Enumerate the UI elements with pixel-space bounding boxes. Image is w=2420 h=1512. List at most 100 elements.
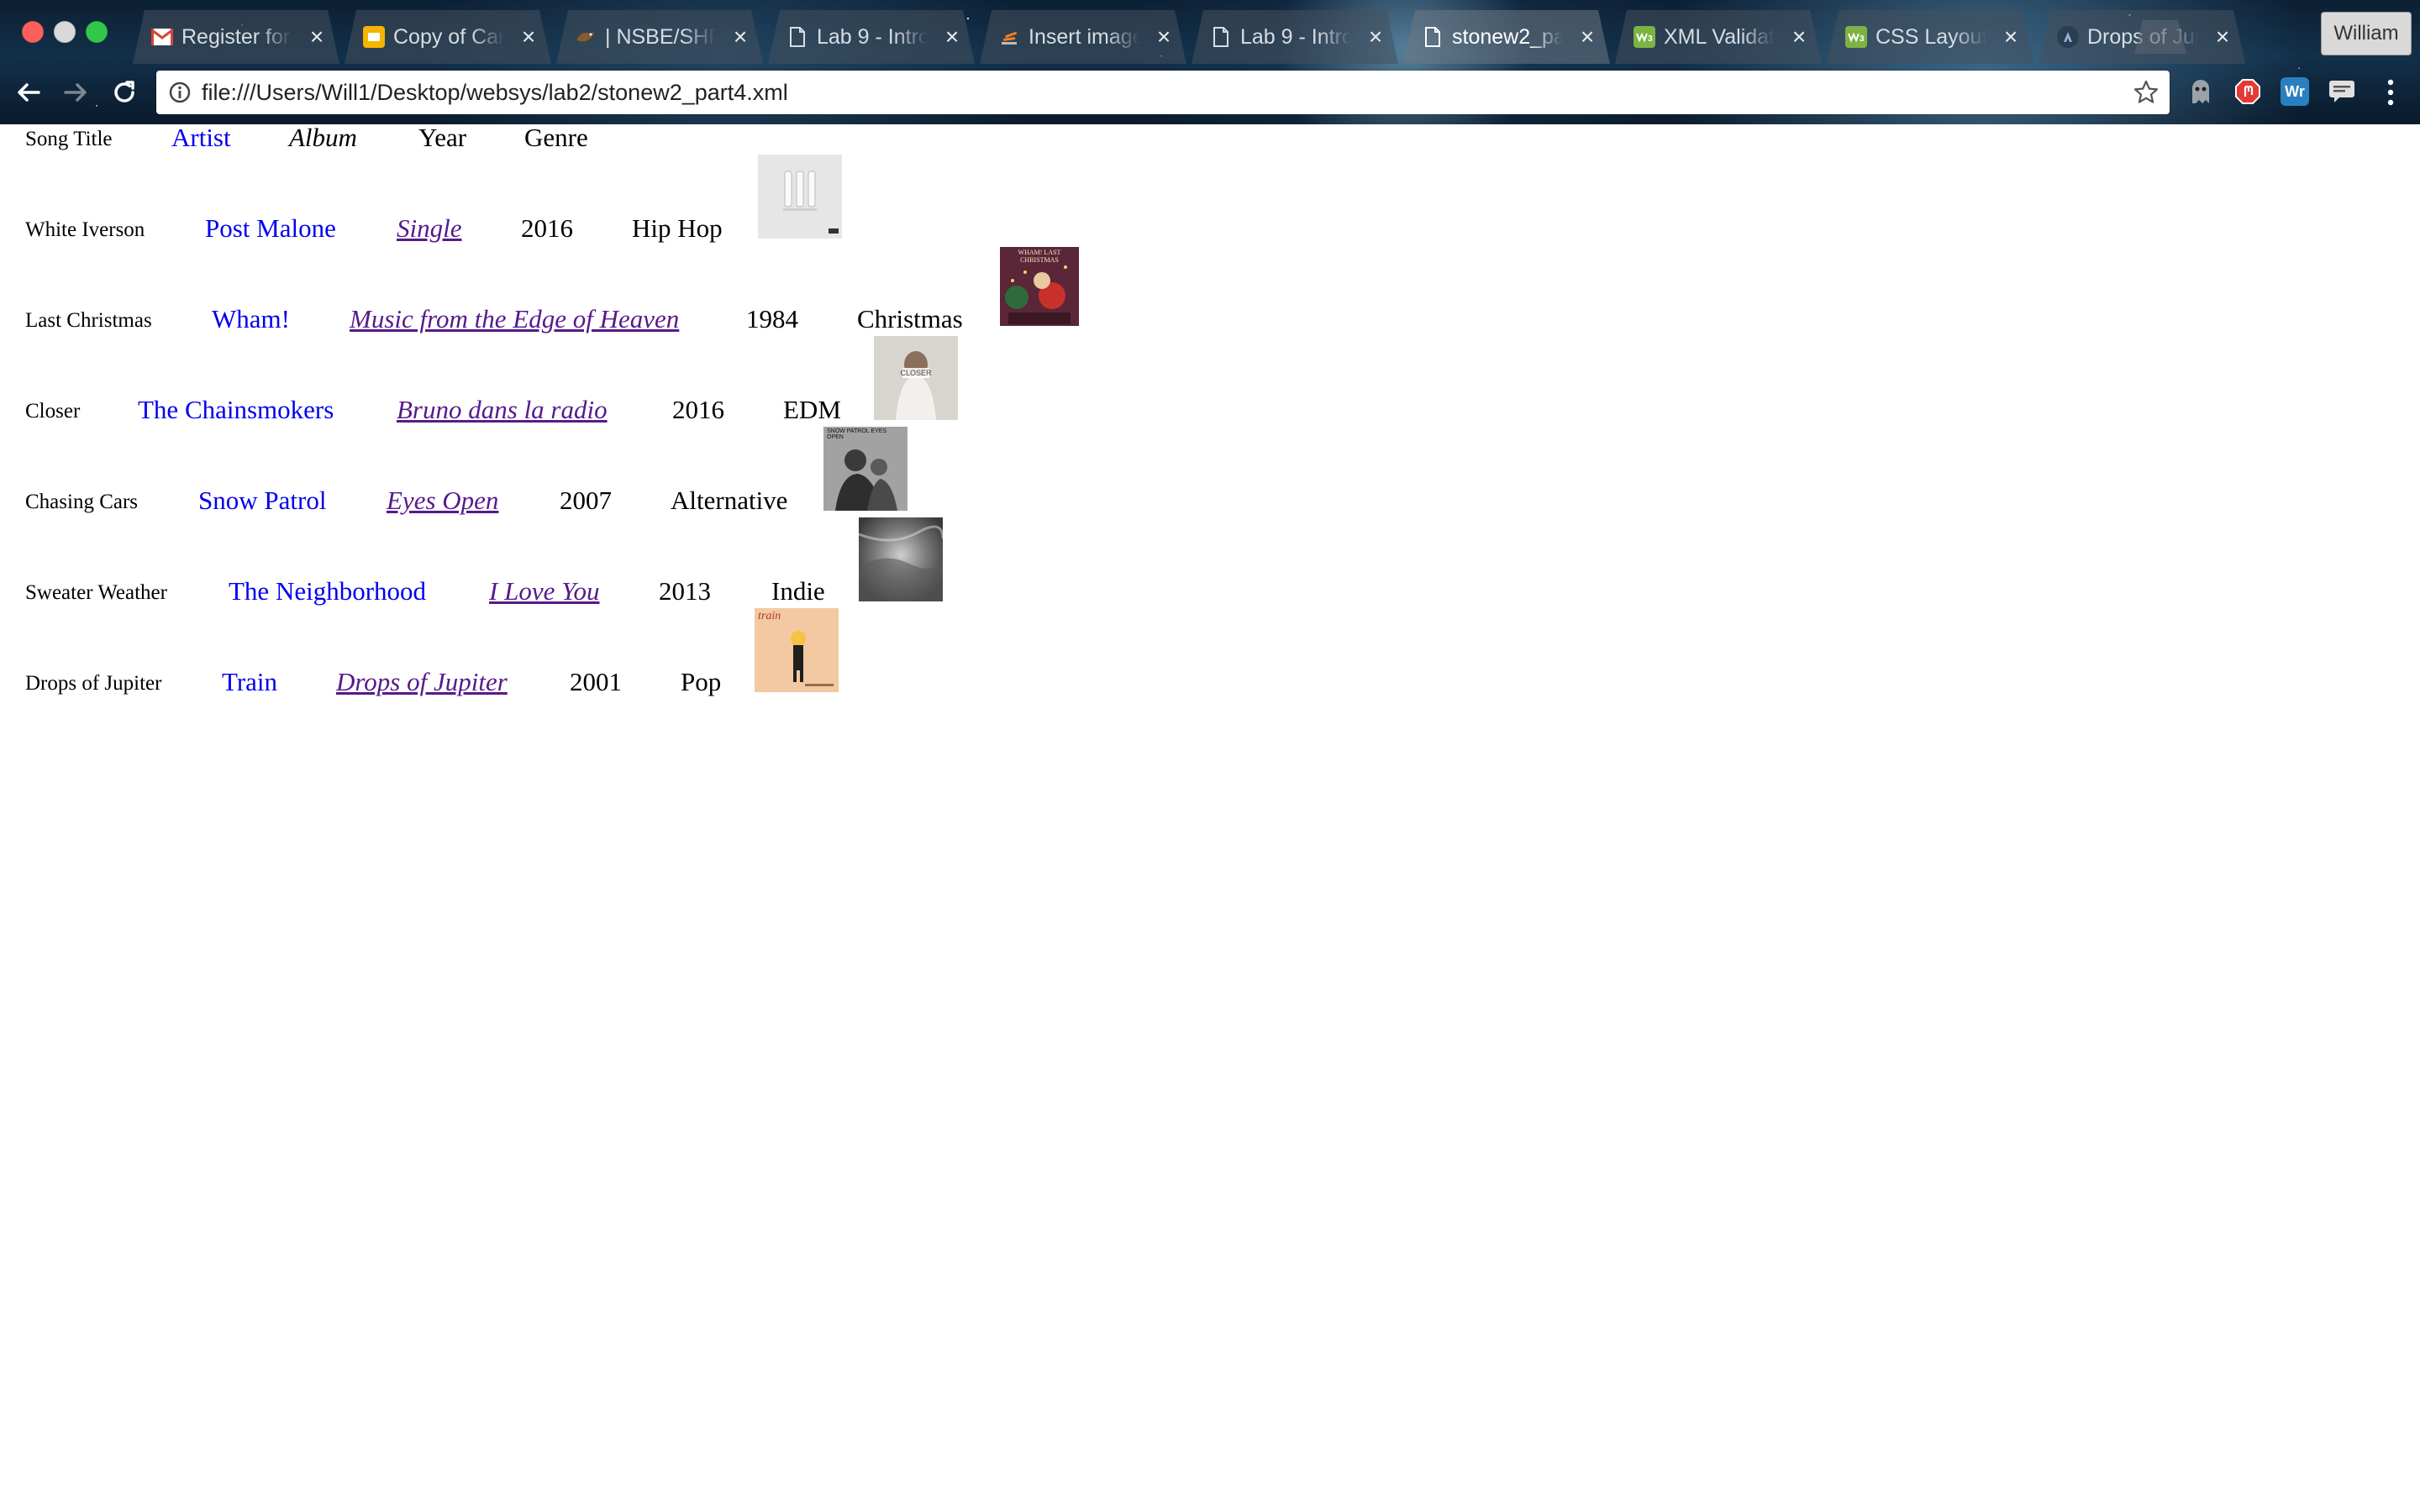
tab-title: | NSBE/SHPE	[605, 25, 716, 49]
extension-adblock-icon[interactable]	[2233, 77, 2262, 106]
tab-insert-image[interactable]: Insert image ×	[980, 10, 1186, 64]
album-cover-drops-of-jupiter: train	[755, 608, 839, 692]
svg-text:3: 3	[1860, 34, 1865, 43]
artist-link[interactable]: The Neighborhood	[229, 576, 426, 606]
year: 1984	[746, 304, 798, 333]
year: 2016	[521, 213, 573, 243]
album-cover-last-christmas: WHAM! LAST CHRISTMAS	[1000, 247, 1084, 331]
song-title: White Iverson	[25, 218, 145, 241]
header-genre: Genre	[524, 123, 588, 152]
extension-ghost-icon[interactable]	[2186, 77, 2215, 106]
reload-button[interactable]	[106, 74, 143, 111]
tab-close-icon[interactable]: ×	[1786, 23, 1812, 51]
tab-lab9-b[interactable]: Lab 9 - Intro ×	[1192, 10, 1398, 64]
album-link[interactable]: Bruno dans la radio	[397, 395, 608, 425]
url-text[interactable]: file:///Users/Will1/Desktop/websys/lab2/…	[202, 79, 788, 106]
tab-close-icon[interactable]: ×	[1363, 23, 1388, 51]
tab-title: Insert image	[1028, 25, 1139, 49]
genre: Pop	[681, 667, 722, 696]
album-link[interactable]: Music from the Edge of Heaven	[350, 304, 679, 334]
tab-close-icon[interactable]: ×	[516, 23, 541, 51]
genre: Indie	[771, 576, 825, 606]
header-album: Album	[289, 123, 357, 152]
tab-title: CSS Layout	[1876, 25, 1986, 49]
xml-page-content: Song Title Artist Album Year Genre White…	[0, 123, 2420, 1512]
genre: EDM	[783, 395, 841, 424]
album-link[interactable]: Eyes Open	[387, 486, 498, 516]
svg-text:3: 3	[1648, 34, 1653, 43]
year: 2013	[659, 576, 711, 606]
album-cover-chasing-cars: SNOW PATROL EYES OPEN	[823, 427, 908, 511]
genre: Hip Hop	[632, 213, 723, 243]
song-title: Drops of Jupiter	[25, 672, 162, 695]
profile-button[interactable]: William	[2321, 12, 2412, 55]
album-cover-white-iverson	[758, 155, 842, 239]
w3c-icon: 3	[1634, 26, 1655, 48]
artist-link[interactable]: The Chainsmokers	[138, 395, 334, 425]
tab-close-icon[interactable]: ×	[2210, 23, 2235, 51]
genre: Alternative	[671, 486, 788, 515]
reload-icon	[114, 81, 134, 102]
album-link[interactable]: Single	[397, 213, 462, 244]
window-maximize-button[interactable]	[86, 21, 108, 43]
menu-kebab-icon[interactable]	[2380, 77, 2402, 108]
stack-icon	[998, 26, 1020, 48]
tab-title: Lab 9 - Intro	[817, 25, 928, 49]
genius-icon	[2057, 26, 2079, 48]
info-icon[interactable]	[168, 81, 192, 104]
forward-button[interactable]	[57, 74, 94, 111]
tab-close-icon[interactable]: ×	[728, 23, 753, 51]
header-year: Year	[418, 123, 467, 152]
tab-stonew2-part4[interactable]: stonew2_par ×	[1403, 10, 1610, 64]
artist-link[interactable]: Snow Patrol	[198, 486, 326, 516]
tab-close-icon[interactable]: ×	[1151, 23, 1176, 51]
new-tab-button[interactable]	[2134, 20, 2186, 54]
artist-link[interactable]: Wham!	[212, 304, 290, 334]
tab-nsbe-shpe[interactable]: | NSBE/SHPE ×	[556, 10, 763, 64]
tab-strip: Register for × Copy of Card × | NSBE/SHP…	[133, 10, 2284, 64]
tab-title: Lab 9 - Intro	[1240, 25, 1351, 49]
song-title: Sweater Weather	[25, 581, 167, 604]
cover-caption: SNOW PATROL EYES OPEN	[827, 428, 887, 440]
year: 2007	[560, 486, 612, 515]
extension-message-icon[interactable]	[2328, 77, 2356, 106]
song-title: Closer	[25, 400, 81, 423]
year: 2001	[570, 667, 622, 696]
back-arrow-icon	[18, 83, 40, 102]
tab-css-layout[interactable]: 3 CSS Layout ×	[1827, 10, 2033, 64]
window-close-button[interactable]	[22, 21, 44, 43]
header-song-title: Song Title	[25, 128, 113, 150]
gmail-icon	[151, 26, 173, 48]
genre: Christmas	[857, 304, 963, 333]
bookmark-star-icon[interactable]	[2133, 79, 2160, 106]
tab-xml-validator[interactable]: 3 XML Validat ×	[1615, 10, 1822, 64]
cover-caption: train	[758, 610, 781, 622]
header-artist: Artist	[171, 123, 231, 152]
tab-copy-of-card[interactable]: Copy of Card ×	[345, 10, 551, 64]
tab-register[interactable]: Register for ×	[133, 10, 339, 64]
album-link[interactable]: I Love You	[489, 576, 599, 606]
artist-link[interactable]: Post Malone	[205, 213, 336, 244]
artist-link[interactable]: Train	[222, 667, 277, 697]
tab-title: stonew2_par	[1452, 25, 1563, 49]
year: 2016	[672, 395, 724, 424]
browser-chrome: Register for × Copy of Card × | NSBE/SHP…	[0, 0, 2420, 124]
document-icon	[1422, 26, 1444, 48]
slides-icon	[363, 26, 385, 48]
album-link[interactable]: Drops of Jupiter	[336, 667, 508, 697]
tab-close-icon[interactable]: ×	[304, 23, 329, 51]
address-bar[interactable]: file:///Users/Will1/Desktop/websys/lab2/…	[156, 71, 2170, 114]
document-icon	[1210, 26, 1232, 48]
document-icon	[786, 26, 808, 48]
extension-wtr-icon[interactable]: Wr	[2281, 77, 2309, 106]
tab-close-icon[interactable]: ×	[1575, 23, 1600, 51]
album-cover-sweater-weather	[859, 517, 943, 601]
tab-close-icon[interactable]: ×	[939, 23, 965, 51]
back-button[interactable]	[10, 74, 47, 111]
cover-caption: WHAM! LAST CHRISTMAS	[1018, 249, 1061, 264]
tab-close-icon[interactable]: ×	[1998, 23, 2023, 51]
cover-caption: CLOSER	[900, 369, 932, 377]
album-cover-closer: CLOSER	[874, 336, 958, 420]
tab-lab9-a[interactable]: Lab 9 - Intro ×	[768, 10, 975, 64]
window-minimize-button[interactable]	[54, 21, 76, 43]
